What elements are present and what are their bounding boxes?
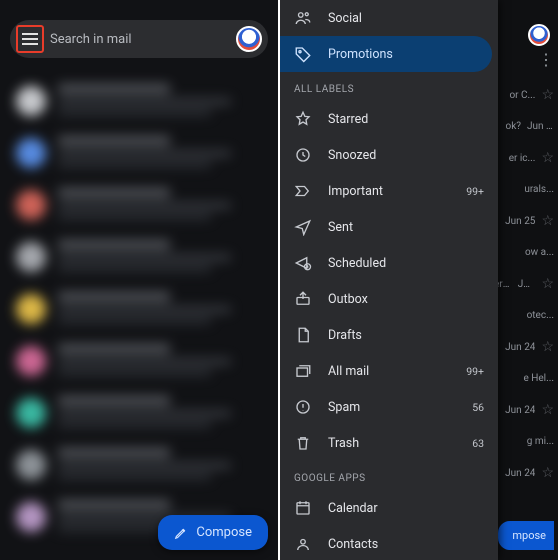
drawer-item-spam[interactable]: Spam 56: [280, 389, 498, 425]
bg-row: g mi...: [494, 436, 554, 447]
drawer-label: Social: [328, 11, 484, 26]
scheduled-icon: [294, 254, 312, 272]
navigation-drawer: Social Promotions ALL LABELS Starred Sno…: [280, 0, 498, 560]
star-outline-icon[interactable]: ☆: [541, 402, 554, 418]
outbox-icon: [294, 290, 312, 308]
account-avatar[interactable]: [236, 26, 262, 52]
phone-right: ⋮ or C...☆ ok?Jun 28 er ic...☆ urals... …: [280, 0, 560, 560]
bg-row: otec...: [494, 310, 554, 321]
bg-row: Jun 24☆: [494, 402, 554, 418]
partial-mail-list: ⋮ or C...☆ ok?Jun 28 er ic...☆ urals... …: [494, 20, 554, 560]
star-outline-icon[interactable]: ☆: [541, 213, 554, 229]
drawer-count: 99+: [466, 185, 484, 198]
drawer-item-sent[interactable]: Sent: [280, 209, 498, 245]
bg-row: Jun 25☆: [494, 213, 554, 229]
hamburger-menu-button[interactable]: [16, 25, 44, 53]
contacts-icon: [294, 535, 312, 553]
mail-item[interactable]: [12, 74, 266, 126]
drawer-item-snoozed[interactable]: Snoozed: [280, 137, 498, 173]
search-bar[interactable]: Search in mail: [10, 20, 268, 58]
bg-row: ow a...: [494, 247, 554, 258]
drawer-count: 56: [472, 401, 484, 414]
drawer-count: 99+: [466, 365, 484, 378]
important-icon: [294, 182, 312, 200]
drawer-item-contacts[interactable]: Contacts: [280, 526, 498, 560]
star-icon: [294, 110, 312, 128]
compose-button-partial[interactable]: mpose: [498, 521, 554, 550]
drawer-label: All mail: [328, 364, 450, 379]
drawer-label: Starred: [328, 112, 484, 127]
mail-item[interactable]: [12, 386, 266, 438]
calendar-icon: [294, 499, 312, 517]
drawer-heading-all-labels: ALL LABELS: [280, 72, 498, 101]
drawer-label: Promotions: [328, 47, 478, 62]
drawer-label: Contacts: [328, 537, 484, 552]
drawer-item-drafts[interactable]: Drafts: [280, 317, 498, 353]
bg-row: ok?Jun 28: [494, 121, 554, 132]
bg-row: er ic...☆: [494, 150, 554, 166]
star-outline-icon[interactable]: ☆: [541, 150, 554, 166]
tag-icon: [294, 45, 312, 63]
compose-label: Compose: [196, 525, 252, 540]
pencil-icon: [174, 526, 188, 540]
drawer-item-trash[interactable]: Trash 63: [280, 425, 498, 461]
drawer-item-starred[interactable]: Starred: [280, 101, 498, 137]
drafts-icon: [294, 326, 312, 344]
star-outline-icon[interactable]: ☆: [541, 87, 554, 103]
mail-item[interactable]: [12, 230, 266, 282]
mail-item[interactable]: [12, 334, 266, 386]
stack-icon: [294, 362, 312, 380]
mail-list-blurred: [0, 74, 278, 560]
drawer-item-calendar[interactable]: Calendar: [280, 490, 498, 526]
clock-icon: [294, 146, 312, 164]
mail-item[interactable]: [12, 282, 266, 334]
search-placeholder: Search in mail: [50, 32, 236, 47]
bg-row: or C...☆: [494, 87, 554, 103]
send-icon: [294, 218, 312, 236]
drawer-label: Drafts: [328, 328, 484, 343]
drawer-item-promotions[interactable]: Promotions: [280, 36, 492, 72]
bg-row: urals...: [494, 184, 554, 195]
star-outline-icon[interactable]: ☆: [541, 465, 554, 481]
bg-row: e Hel...: [494, 373, 554, 384]
drawer-item-scheduled[interactable]: Scheduled: [280, 245, 498, 281]
drawer-count: 63: [472, 437, 484, 450]
drawer-heading-google-apps: GOOGLE APPS: [280, 461, 498, 490]
drawer-label: Snoozed: [328, 148, 484, 163]
compose-button[interactable]: Compose: [158, 515, 268, 550]
mail-item[interactable]: [12, 126, 266, 178]
phone-left: Search in mail Compose: [0, 0, 280, 560]
star-outline-icon[interactable]: ☆: [541, 276, 554, 292]
bg-row: er ic...Jun 25☆: [494, 276, 554, 292]
drawer-item-allmail[interactable]: All mail 99+: [280, 353, 498, 389]
spam-icon: [294, 398, 312, 416]
bg-row: Jun 24☆: [494, 465, 554, 481]
drawer-item-important[interactable]: Important 99+: [280, 173, 498, 209]
drawer-label: Sent: [328, 220, 484, 235]
drawer-label: Spam: [328, 400, 456, 415]
drawer-label: Important: [328, 184, 450, 199]
overflow-menu[interactable]: ⋮: [494, 50, 554, 69]
mail-item[interactable]: [12, 178, 266, 230]
people-icon: [294, 9, 312, 27]
drawer-label: Outbox: [328, 292, 484, 307]
mail-item[interactable]: [12, 438, 266, 490]
drawer-label: Calendar: [328, 501, 484, 516]
drawer-item-outbox[interactable]: Outbox: [280, 281, 498, 317]
bg-row: Jun 24☆: [494, 339, 554, 355]
drawer-item-social[interactable]: Social: [280, 0, 498, 36]
drawer-label: Scheduled: [328, 256, 484, 271]
drawer-label: Trash: [328, 436, 456, 451]
star-outline-icon[interactable]: ☆: [541, 339, 554, 355]
trash-icon: [294, 434, 312, 452]
